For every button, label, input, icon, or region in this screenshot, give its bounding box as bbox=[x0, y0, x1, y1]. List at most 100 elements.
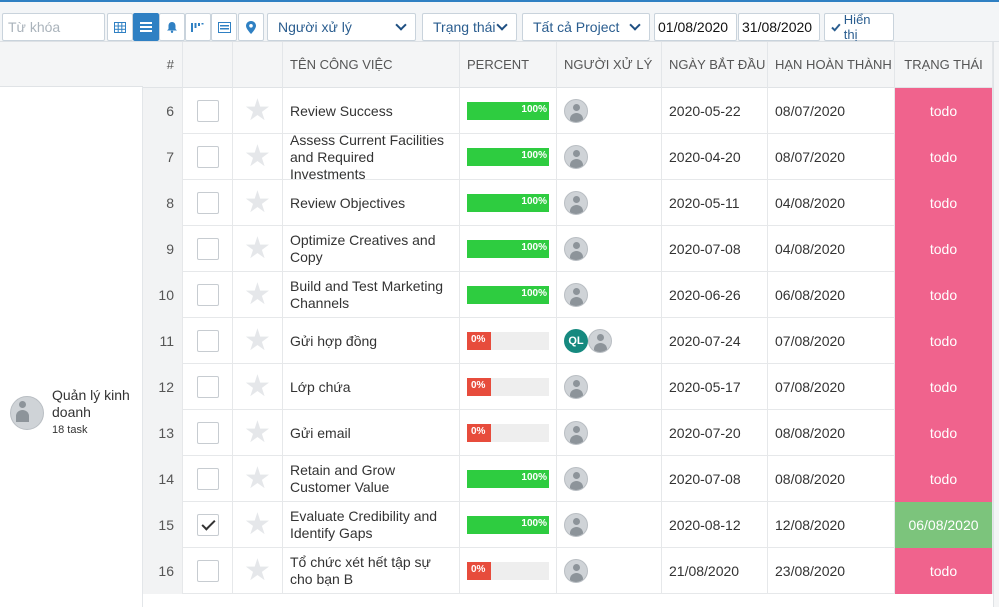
due-date: 08/07/2020 bbox=[768, 88, 895, 134]
task-name[interactable]: Tổ chức xét hết tập sự cho bạn B bbox=[283, 548, 460, 594]
task-name[interactable]: Assess Current Facilities and Required I… bbox=[283, 131, 460, 182]
table-row[interactable]: 13 ★ Gửi email 0% 2020-07-20 08/08/2020 … bbox=[143, 410, 993, 456]
task-checkbox[interactable] bbox=[196, 238, 219, 260]
task-name[interactable]: Review Success bbox=[283, 88, 460, 134]
assignee-avatar[interactable] bbox=[564, 283, 588, 307]
status-badge[interactable]: todo bbox=[895, 134, 993, 180]
status-badge[interactable]: todo bbox=[895, 272, 993, 318]
status-badge[interactable]: todo bbox=[895, 364, 993, 410]
date-to-input[interactable]: 31/08/2020 bbox=[738, 13, 820, 41]
table-row[interactable]: 15 ★ Evaluate Credibility and Identify G… bbox=[143, 502, 993, 548]
task-name[interactable]: Evaluate Credibility and Identify Gaps bbox=[283, 502, 460, 548]
task-checkbox[interactable] bbox=[196, 468, 219, 490]
header-name[interactable]: TÊN CÔNG VIỆC bbox=[283, 42, 460, 88]
table-row[interactable]: 8 ★ Review Objectives 100% 2020-05-11 04… bbox=[143, 180, 993, 226]
assignee-avatar[interactable] bbox=[588, 329, 612, 353]
task-name[interactable]: Retain and Grow Customer Value bbox=[283, 456, 460, 502]
header-percent[interactable]: PERCENT bbox=[460, 42, 557, 88]
task-checkbox[interactable] bbox=[196, 560, 219, 582]
task-name[interactable]: Lớp chứa bbox=[283, 364, 460, 410]
table-row[interactable]: 12 ★ Lớp chứa 0% 2020-05-17 07/08/2020 t… bbox=[143, 364, 993, 410]
show-button[interactable]: Hiển thị bbox=[824, 12, 894, 42]
star-icon[interactable]: ★ bbox=[244, 464, 271, 494]
assignee-cell bbox=[557, 364, 662, 410]
task-checkbox[interactable] bbox=[196, 192, 219, 214]
table-row[interactable]: 10 ★ Build and Test Marketing Channels 1… bbox=[143, 272, 993, 318]
header-star bbox=[233, 42, 283, 88]
task-name[interactable]: Review Objectives bbox=[283, 180, 460, 226]
gantt-icon[interactable] bbox=[185, 13, 211, 41]
status-badge[interactable]: todo bbox=[895, 88, 993, 134]
row-checkbox-cell bbox=[183, 180, 233, 226]
status-badge[interactable]: todo bbox=[895, 548, 993, 594]
assignee-initials-avatar[interactable]: QL bbox=[564, 329, 588, 353]
star-icon[interactable]: ★ bbox=[244, 372, 271, 402]
header-assignee[interactable]: NGƯỜI XỬ LÝ bbox=[557, 42, 662, 88]
star-icon[interactable]: ★ bbox=[244, 280, 271, 310]
status-badge[interactable]: todo bbox=[895, 226, 993, 272]
assignee-avatar[interactable] bbox=[564, 145, 588, 169]
task-checkbox[interactable] bbox=[196, 514, 219, 536]
project-select[interactable]: Tất cả Project bbox=[522, 13, 650, 41]
status-badge[interactable]: todo bbox=[895, 410, 993, 456]
assignee-avatar[interactable] bbox=[564, 375, 588, 399]
task-checkbox[interactable] bbox=[196, 100, 219, 122]
table-row[interactable]: 7 ★ Assess Current Facilities and Requir… bbox=[143, 131, 993, 182]
star-icon[interactable]: ★ bbox=[244, 142, 271, 172]
assignee-select[interactable]: Người xử lý bbox=[267, 13, 416, 41]
list-view-icon[interactable] bbox=[133, 13, 159, 41]
status-badge[interactable]: 06/08/2020 bbox=[895, 502, 993, 548]
task-checkbox[interactable] bbox=[196, 330, 219, 352]
grid-view-icon[interactable] bbox=[107, 13, 133, 41]
table-row[interactable]: 14 ★ Retain and Grow Customer Value 100%… bbox=[143, 456, 993, 502]
header-start-date[interactable]: NGÀY BẮT ĐẦU bbox=[662, 42, 768, 88]
header-status[interactable]: TRẠNG THÁI bbox=[895, 42, 993, 88]
status-badge[interactable]: todo bbox=[895, 456, 993, 502]
table-row[interactable]: 9 ★ Optimize Creatives and Copy 100% 202… bbox=[143, 226, 993, 272]
assignee-avatar[interactable] bbox=[564, 237, 588, 261]
star-icon[interactable]: ★ bbox=[244, 234, 271, 264]
assignee-avatar[interactable] bbox=[564, 513, 588, 537]
star-icon[interactable]: ★ bbox=[244, 96, 271, 126]
task-name-text: Build and Test Marketing Channels bbox=[290, 278, 444, 311]
row-star-cell: ★ bbox=[233, 548, 283, 594]
table-row[interactable]: 16 ★ Tổ chức xét hết tập sự cho bạn B 0%… bbox=[143, 548, 993, 594]
header-due-date[interactable]: HẠN HOÀN THÀNH bbox=[768, 42, 895, 88]
progress-bar: 0% bbox=[467, 332, 549, 350]
date-from-input[interactable]: 01/08/2020 bbox=[654, 13, 737, 41]
table-row[interactable]: 11 ★ Gửi hợp đồng 0% QL 2020-07-24 07/08… bbox=[143, 318, 993, 364]
row-star-cell: ★ bbox=[233, 272, 283, 318]
map-pin-icon[interactable] bbox=[238, 13, 264, 41]
task-name[interactable]: Optimize Creatives and Copy bbox=[283, 226, 460, 272]
task-name[interactable]: Gửi hợp đồng bbox=[283, 318, 460, 364]
start-date: 2020-05-22 bbox=[662, 88, 768, 134]
task-checkbox[interactable] bbox=[196, 284, 219, 306]
keyword-input[interactable]: Từ khóa bbox=[2, 13, 105, 41]
assignee-avatar[interactable] bbox=[564, 191, 588, 215]
table-row[interactable]: 6 ★ Review Success 100% 2020-05-22 08/07… bbox=[143, 88, 993, 134]
star-icon[interactable]: ★ bbox=[244, 418, 271, 448]
task-checkbox[interactable] bbox=[196, 376, 219, 398]
assignee-avatar[interactable] bbox=[564, 99, 588, 123]
star-icon[interactable]: ★ bbox=[244, 188, 271, 218]
assignee-avatar[interactable] bbox=[564, 467, 588, 491]
progress-label: 100% bbox=[521, 518, 547, 529]
scrollbar-area[interactable] bbox=[993, 42, 999, 607]
star-icon[interactable]: ★ bbox=[244, 556, 271, 586]
card-icon[interactable] bbox=[211, 13, 237, 41]
status-select[interactable]: Trạng thái bbox=[422, 13, 517, 41]
progress-bar: 0% bbox=[467, 562, 549, 580]
assignee-avatar[interactable] bbox=[564, 559, 588, 583]
task-checkbox[interactable] bbox=[196, 422, 219, 444]
task-name[interactable]: Build and Test Marketing Channels bbox=[283, 272, 460, 318]
task-name[interactable]: Gửi email bbox=[283, 410, 460, 456]
star-icon[interactable]: ★ bbox=[244, 326, 271, 356]
status-badge[interactable]: todo bbox=[895, 318, 993, 364]
star-icon[interactable]: ★ bbox=[244, 510, 271, 540]
bell-icon[interactable] bbox=[159, 13, 185, 41]
assignee-avatar[interactable] bbox=[564, 421, 588, 445]
status-badge[interactable]: todo bbox=[895, 180, 993, 226]
task-name-text: Assess Current Facilities and Required I… bbox=[290, 131, 445, 182]
due-date: 08/07/2020 bbox=[768, 134, 895, 180]
task-checkbox[interactable] bbox=[196, 146, 219, 168]
